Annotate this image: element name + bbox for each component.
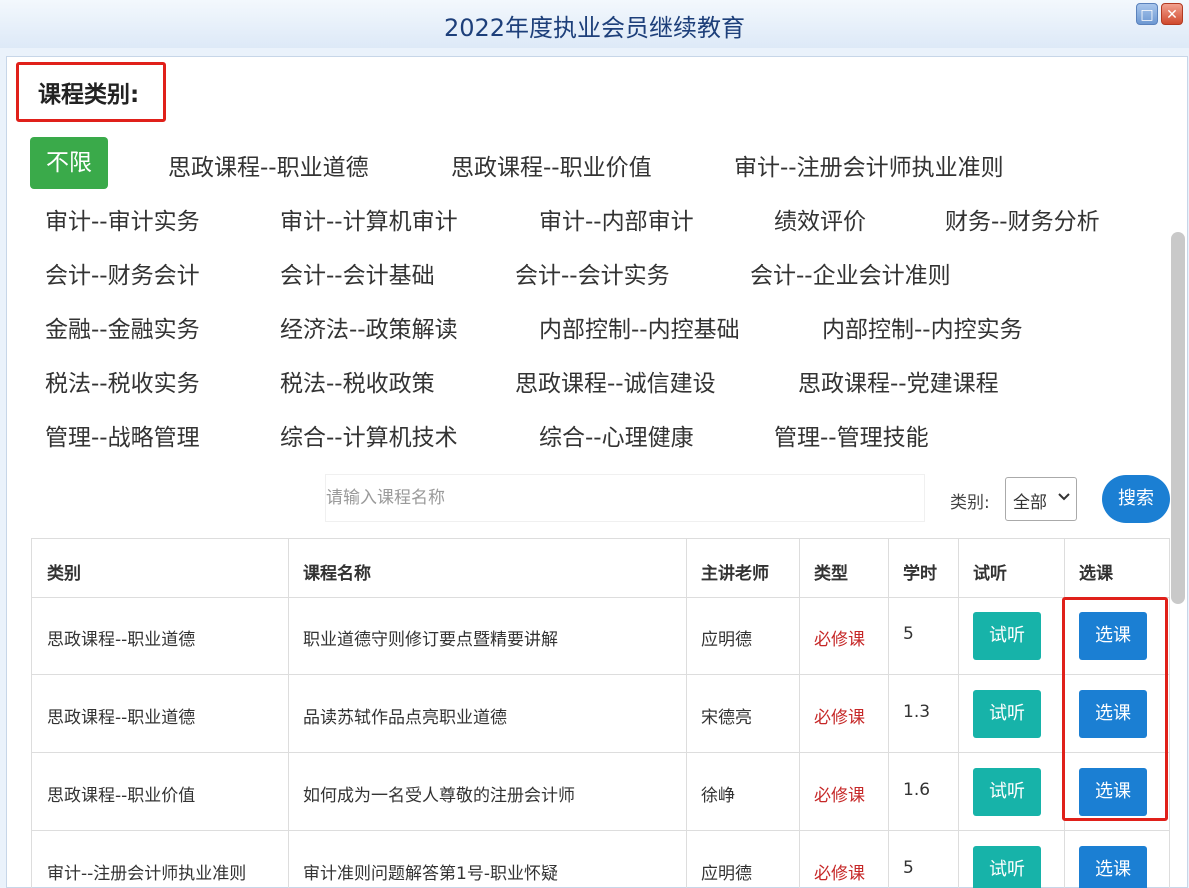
type-select-value: 全部 [1013,493,1047,513]
column-divider [288,539,289,888]
category-item[interactable]: 税法--税收政策 [280,364,435,398]
header-hours: 学时 [903,564,937,584]
trial-button[interactable]: 试听 [973,690,1041,738]
column-divider [958,539,959,888]
row-divider [32,674,1169,675]
category-item[interactable]: 思政课程--诚信建设 [515,364,716,398]
row-divider [32,597,1169,598]
category-item[interactable]: 思政课程--职业道德 [168,148,369,182]
cell-course-name: 审计准则问题解答第1号-职业怀疑 [303,864,558,884]
category-item[interactable]: 审计--内部审计 [539,202,694,236]
category-item[interactable]: 会计--财务会计 [45,256,200,290]
cell-hours: 1.6 [903,780,931,800]
category-item[interactable]: 管理--战略管理 [45,418,200,452]
category-item[interactable]: 综合--计算机技术 [280,418,458,452]
cell-category: 思政课程--职业道德 [47,708,196,728]
column-divider [888,539,889,888]
header-trial: 试听 [973,564,1007,584]
course-table: 类别 课程名称 主讲老师 类型 学时 试听 选课 思政课程--职业道德 职业道德… [31,538,1170,888]
cell-category: 思政课程--职业道德 [47,630,196,650]
close-icon[interactable]: ✕ [1161,3,1183,25]
cell-type: 必修课 [814,630,865,650]
select-column-highlight [1062,597,1168,821]
category-item[interactable]: 思政课程--党建课程 [798,364,999,398]
cell-category: 思政课程--职业价值 [47,786,196,806]
category-item[interactable]: 内部控制--内控基础 [539,310,740,344]
select-course-button[interactable]: 选课 [1079,846,1147,888]
cell-course-name: 品读苏轼作品点亮职业道德 [303,708,507,728]
category-unlimited[interactable]: 不限 [30,137,108,189]
cell-category: 审计--注册会计师执业准则 [47,864,247,884]
trial-button[interactable]: 试听 [973,612,1041,660]
category-item[interactable]: 税法--税收实务 [45,364,200,398]
cell-type: 必修课 [814,708,865,728]
category-item[interactable]: 金融--金融实务 [45,310,200,344]
cell-type: 必修课 [814,786,865,806]
cell-hours: 5 [903,858,914,878]
category-item[interactable]: 审计--计算机审计 [280,202,458,236]
cell-hours: 5 [903,624,914,644]
header-type: 类型 [814,564,848,584]
header-category: 类别 [47,564,81,584]
category-item[interactable]: 综合--心理健康 [539,418,694,452]
cell-teacher: 应明德 [701,630,752,650]
cell-course-name: 如何成为一名受人尊敬的注册会计师 [303,786,575,806]
category-item[interactable]: 会计--会计基础 [280,256,435,290]
cell-teacher: 宋德亮 [701,708,752,728]
category-item[interactable]: 审计--注册会计师执业准则 [734,148,1004,182]
category-item[interactable]: 绩效评价 [774,202,866,236]
cell-course-name: 职业道德守则修订要点暨精要讲解 [303,630,558,650]
header-select: 选课 [1079,564,1113,584]
column-divider [799,539,800,888]
category-item[interactable]: 会计--企业会计准则 [750,256,951,290]
cell-teacher: 应明德 [701,864,752,884]
category-item[interactable]: 思政课程--职业价值 [451,148,652,182]
type-select[interactable]: 全部 [1005,477,1077,521]
chevron-down-icon [1058,493,1070,501]
cell-hours: 1.3 [903,702,931,722]
category-heading-label: 课程类别: [38,82,140,108]
window-title: 2022年度执业会员继续教育 [443,14,746,42]
row-divider [32,752,1169,753]
course-search-input[interactable] [325,474,925,522]
category-item[interactable]: 会计--会计实务 [515,256,670,290]
trial-button[interactable]: 试听 [973,846,1041,888]
column-divider [686,539,687,888]
category-item[interactable]: 管理--管理技能 [774,418,929,452]
header-course-name: 课程名称 [303,564,371,584]
cell-teacher: 徐峥 [701,786,735,806]
cell-type: 必修课 [814,864,865,884]
vertical-scrollbar[interactable] [1171,232,1185,604]
header-teacher: 主讲老师 [701,564,769,584]
title-bar: 2022年度执业会员继续教育 □ ✕ [0,0,1189,48]
type-label: 类别: [950,493,990,513]
row-divider [32,830,1169,831]
category-item[interactable]: 财务--财务分析 [945,202,1100,236]
trial-button[interactable]: 试听 [973,768,1041,816]
category-item[interactable]: 经济法--政策解读 [280,310,458,344]
category-item[interactable]: 审计--审计实务 [45,202,200,236]
category-item[interactable]: 内部控制--内控实务 [822,310,1023,344]
search-button[interactable]: 搜索 [1102,475,1170,523]
restore-icon[interactable]: □ [1136,3,1158,25]
category-heading: 课程类别: [16,62,166,122]
